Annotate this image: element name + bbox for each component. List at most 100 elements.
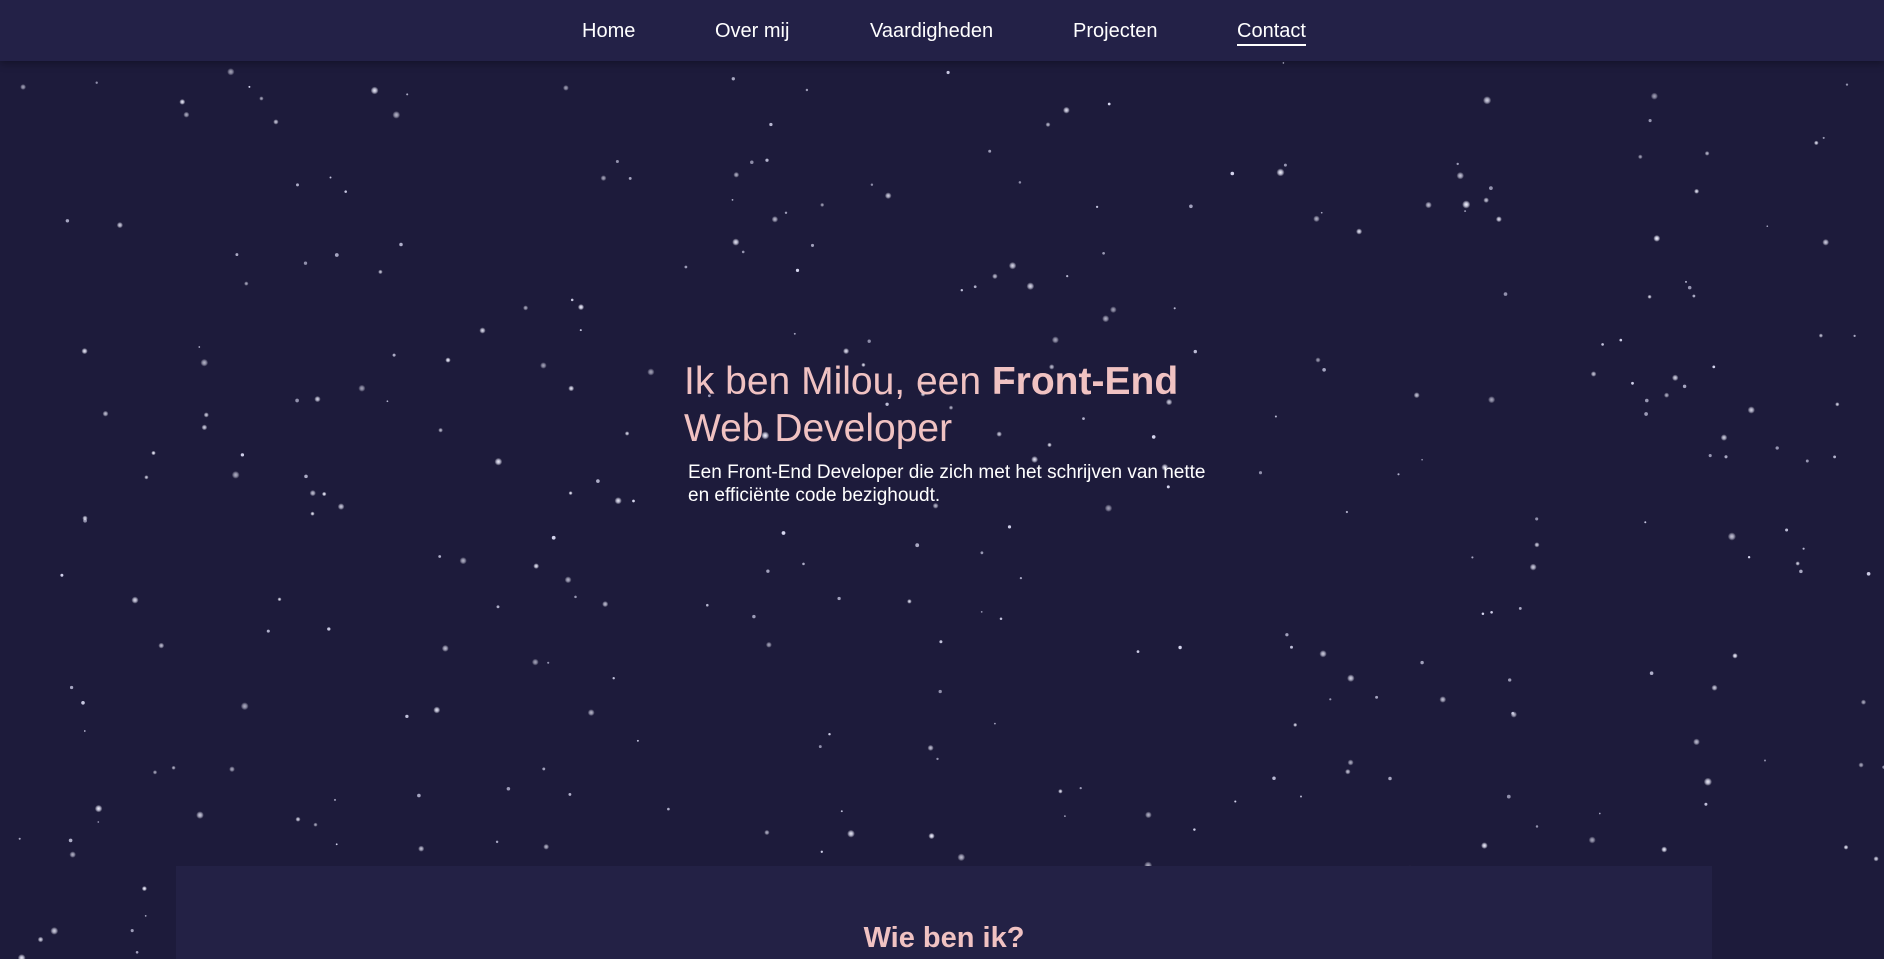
star xyxy=(1322,367,1326,372)
star xyxy=(936,757,939,761)
star xyxy=(1775,446,1779,450)
star xyxy=(764,829,770,836)
nav-link-home[interactable]: Home xyxy=(582,19,635,43)
star xyxy=(867,339,871,343)
star xyxy=(1766,225,1769,228)
star xyxy=(399,242,403,247)
star xyxy=(240,702,249,711)
star xyxy=(37,936,44,943)
star xyxy=(1693,738,1700,746)
star xyxy=(1704,151,1710,156)
star xyxy=(1818,333,1824,338)
star xyxy=(171,765,176,770)
star xyxy=(1727,532,1736,541)
star xyxy=(240,453,245,457)
star xyxy=(313,822,318,827)
star xyxy=(769,122,773,127)
star xyxy=(1802,547,1805,550)
star xyxy=(496,605,500,609)
star xyxy=(151,450,156,456)
star xyxy=(624,431,630,436)
star xyxy=(203,412,209,418)
star xyxy=(805,88,809,92)
star xyxy=(441,644,449,652)
star xyxy=(1653,234,1661,242)
star xyxy=(1747,406,1755,414)
star xyxy=(973,285,977,289)
star xyxy=(68,838,73,843)
star xyxy=(1644,521,1647,524)
star xyxy=(939,640,943,644)
star xyxy=(494,457,503,466)
star xyxy=(296,183,299,187)
star xyxy=(295,398,299,403)
star xyxy=(1102,315,1110,323)
star xyxy=(18,837,21,840)
about-title: Wie ben ik? xyxy=(863,922,1025,954)
star xyxy=(1347,674,1355,682)
star xyxy=(1107,102,1111,106)
star xyxy=(1299,795,1303,798)
star xyxy=(1637,154,1643,160)
star xyxy=(731,199,734,201)
star xyxy=(946,70,950,75)
star xyxy=(1079,786,1082,790)
star xyxy=(1805,459,1809,463)
star xyxy=(960,288,964,292)
nav-link-projecten[interactable]: Projecten xyxy=(1073,19,1158,43)
star xyxy=(577,304,585,311)
star xyxy=(244,281,249,286)
star xyxy=(938,689,942,694)
star xyxy=(523,305,529,311)
star xyxy=(295,816,301,822)
star xyxy=(1464,210,1467,213)
nav-link-vaardigheden[interactable]: Vaardigheden xyxy=(870,19,993,43)
star xyxy=(1813,140,1819,146)
star xyxy=(144,475,149,480)
star xyxy=(1490,610,1493,614)
star xyxy=(568,385,575,392)
star xyxy=(81,347,88,355)
star xyxy=(273,119,279,125)
star xyxy=(884,192,892,200)
star xyxy=(1508,678,1512,682)
star xyxy=(614,497,622,505)
star xyxy=(840,810,843,813)
nav-link-contact[interactable]: Contact xyxy=(1237,19,1306,46)
star xyxy=(1462,200,1471,209)
star xyxy=(1272,776,1276,781)
star xyxy=(378,269,383,275)
star xyxy=(1799,569,1803,574)
star xyxy=(17,954,26,959)
star xyxy=(495,840,499,844)
star xyxy=(1102,251,1105,255)
star xyxy=(1007,525,1012,529)
star xyxy=(130,929,134,933)
star xyxy=(1661,846,1668,853)
star xyxy=(1413,392,1420,399)
star xyxy=(1178,645,1182,650)
star xyxy=(1064,815,1066,817)
star xyxy=(1095,205,1099,209)
star xyxy=(1230,171,1235,176)
star xyxy=(731,77,735,81)
star xyxy=(915,543,920,548)
star xyxy=(392,353,396,357)
star xyxy=(579,329,582,332)
star xyxy=(784,211,788,215)
star xyxy=(1482,96,1492,105)
star xyxy=(999,617,1003,621)
star xyxy=(1276,168,1285,177)
nav-link-over-mij[interactable]: Over mij xyxy=(715,19,789,43)
star xyxy=(344,190,347,193)
star xyxy=(459,557,467,565)
star xyxy=(333,798,337,801)
star xyxy=(277,597,282,602)
star xyxy=(632,499,635,503)
top-navbar: Home Over mij Vaardigheden Projecten Con… xyxy=(0,0,1884,61)
star xyxy=(1193,349,1198,354)
star xyxy=(1018,181,1022,184)
hero-title-prefix: Ik ben Milou, een xyxy=(684,360,992,403)
star xyxy=(227,68,235,76)
star xyxy=(750,160,754,165)
